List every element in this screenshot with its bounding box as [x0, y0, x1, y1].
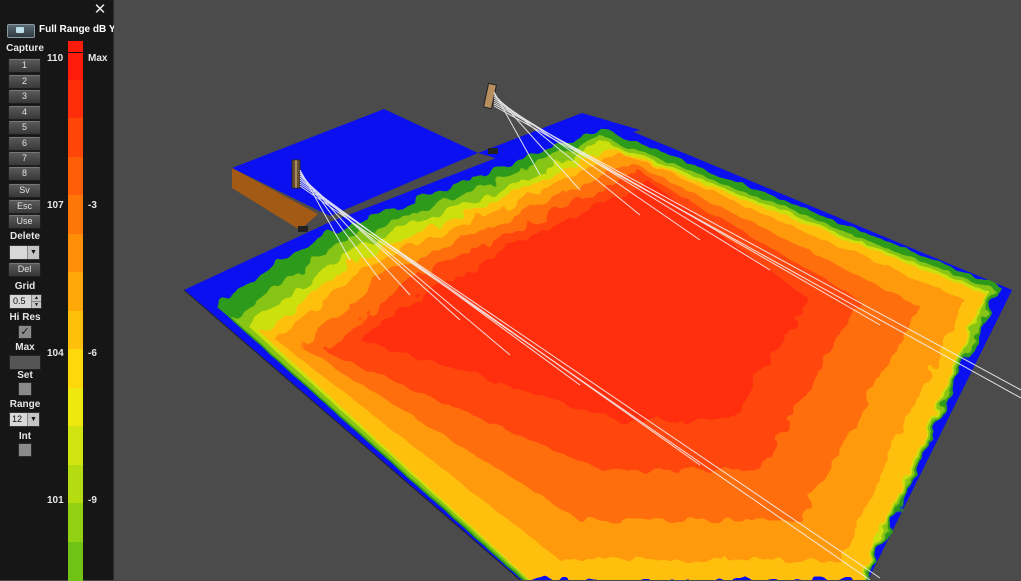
capture-button-6[interactable]: 6 [8, 136, 41, 151]
max-level-marker [68, 52, 87, 53]
delete-label: Delete [9, 231, 40, 242]
set-label: Set [17, 370, 33, 381]
int-label: Int [18, 431, 32, 442]
capture-button-8[interactable]: 8 [8, 166, 41, 181]
range-select-value: 12 [12, 414, 23, 424]
hires-label: Hi Res [9, 312, 41, 323]
delete-button[interactable]: Del [8, 262, 41, 277]
capture-button-1[interactable]: 1 [8, 58, 41, 73]
color-scale-segment [68, 118, 83, 157]
chevron-down-icon: ▼ [27, 246, 39, 259]
use-button[interactable]: Use [8, 214, 41, 229]
stepper-down-icon[interactable]: ▼ [31, 302, 41, 308]
close-icon[interactable]: ✕ [92, 2, 108, 18]
capture-label: Capture [6, 43, 44, 54]
chevron-down-icon: ▼ [27, 413, 39, 426]
scale-db-101: 101 [47, 495, 64, 506]
color-scale-segment [68, 503, 83, 542]
color-scale-segment [68, 233, 83, 273]
capture-button-4[interactable]: 4 [8, 105, 41, 120]
color-scale-segment [68, 426, 83, 465]
stepper-up-icon[interactable]: ▲ [31, 295, 41, 302]
scale-rel-3: -3 [88, 200, 97, 211]
scale-db-104: 104 [47, 348, 64, 359]
color-scale-segment [68, 195, 83, 234]
set-checkbox[interactable] [18, 382, 32, 396]
color-scale-segment [68, 79, 83, 119]
color-scale-segment [68, 349, 83, 388]
capture-button-3[interactable]: 3 [8, 89, 41, 104]
grid-value: 0.5 [13, 296, 26, 306]
int-checkbox[interactable] [18, 443, 32, 457]
color-scale-segment [68, 41, 83, 80]
scale-rel-6: -6 [88, 348, 97, 359]
save-capture-button[interactable]: Sv [8, 183, 41, 198]
control-panel: ✕ Full Range dB Y Capture 1 2 3 4 5 6 7 … [0, 0, 116, 581]
grid-stepper[interactable]: 0.5 ▲ ▼ [9, 294, 42, 309]
scale-db-110: 110 [47, 53, 64, 64]
scale-rel-9: -9 [88, 495, 97, 506]
3d-viewport[interactable] [114, 0, 1021, 580]
scale-rel-max: Max [88, 53, 108, 64]
color-scale-bar [68, 41, 83, 581]
color-scale-segment [68, 464, 83, 504]
color-scale-segment [68, 310, 83, 350]
floor-marker [298, 226, 308, 232]
display-mode-button[interactable] [7, 24, 35, 38]
delete-select[interactable]: ▼ [9, 245, 40, 260]
escape-button[interactable]: Esc [8, 199, 41, 214]
max-label: Max [15, 342, 35, 353]
checkmark-icon: ✓ [20, 326, 30, 338]
floor-marker [488, 148, 498, 154]
range-select[interactable]: 12 ▼ [9, 412, 40, 427]
max-field[interactable] [9, 355, 41, 370]
spl-coverage-plot [183, 82, 1021, 580]
speaker-array-left-icon[interactable] [291, 159, 301, 189]
capture-button-7[interactable]: 7 [8, 151, 41, 166]
color-scale-segment [68, 156, 83, 196]
capture-button-5[interactable]: 5 [8, 120, 41, 135]
grid-label: Grid [14, 281, 36, 292]
range-label: Range [9, 399, 41, 410]
scale-db-107: 107 [47, 200, 64, 211]
panel-title: Full Range dB Y [39, 24, 116, 35]
hires-checkbox[interactable]: ✓ [18, 325, 32, 339]
capture-button-2[interactable]: 2 [8, 74, 41, 89]
color-scale-segment [68, 387, 83, 427]
color-scale-segment [68, 272, 83, 311]
color-scale-segment [68, 541, 83, 581]
